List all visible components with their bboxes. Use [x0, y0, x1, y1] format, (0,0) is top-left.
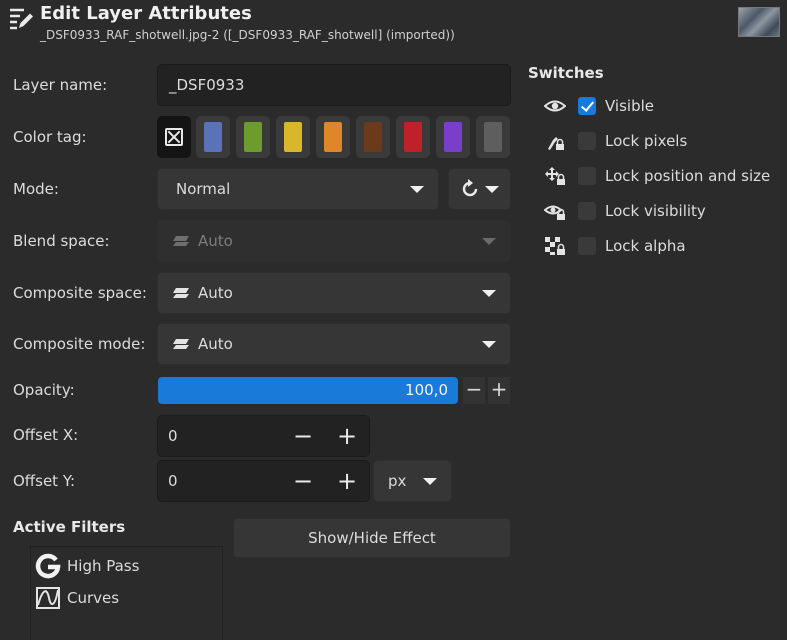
chevron-down-icon	[423, 477, 437, 485]
move-lock-icon	[545, 167, 565, 185]
chevron-down-icon	[482, 340, 496, 348]
composite-mode-label: Composite mode:	[13, 335, 146, 353]
unit-combo[interactable]: px	[373, 460, 452, 502]
mode-combo[interactable]: Normal	[157, 168, 439, 210]
lock-pixels-label: Lock pixels	[605, 132, 688, 150]
visible-label: Visible	[605, 97, 654, 115]
offset-y-value: 0	[168, 472, 178, 490]
composite-mode-value: Auto	[198, 335, 233, 353]
layer-name-input[interactable]: _DSF0933	[157, 64, 511, 106]
offset-y-increase-button[interactable]: +	[335, 469, 359, 493]
switch-lock-visibility[interactable]: Lock visibility	[544, 200, 706, 222]
lock-visibility-label: Lock visibility	[605, 202, 706, 220]
active-filters-list: High Pass Curves	[30, 546, 223, 640]
color-tag-red[interactable]	[396, 116, 430, 158]
offset-y-decrease-button[interactable]: −	[291, 469, 315, 493]
dialog-title: Edit Layer Attributes	[40, 3, 252, 24]
lock-alpha-checkbox[interactable]	[578, 237, 596, 255]
cycle-icon	[462, 179, 478, 197]
visible-checkbox[interactable]	[578, 97, 596, 115]
color-tag-label: Color tag:	[13, 128, 87, 146]
lock-visibility-checkbox[interactable]	[578, 202, 596, 220]
switch-lock-pixels[interactable]: Lock pixels	[544, 130, 687, 152]
layer-name-value: _DSF0933	[169, 76, 245, 94]
switch-lock-alpha[interactable]: Lock alpha	[544, 235, 686, 257]
gegl-icon	[35, 553, 61, 579]
opacity-decrease-button[interactable]: −	[463, 377, 485, 404]
composite-space-label: Composite space:	[13, 284, 147, 302]
no-color-icon	[165, 128, 183, 146]
color-tag-green[interactable]	[236, 116, 270, 158]
opacity-value: 100,0	[405, 381, 448, 399]
filter-item-curves[interactable]: Curves	[31, 582, 222, 614]
checkerboard-lock-icon	[545, 237, 565, 255]
curves-icon	[36, 587, 60, 609]
chevron-down-icon	[410, 185, 424, 193]
eye-lock-icon	[544, 205, 565, 220]
composite-space-value: Auto	[198, 284, 233, 302]
layer-name-label: Layer name:	[13, 76, 108, 94]
offset-y-spinbutton[interactable]: 0 − +	[157, 460, 370, 502]
color-tag-yellow[interactable]	[276, 116, 310, 158]
blend-space-combo[interactable]: Auto	[157, 220, 511, 262]
filter-item-high-pass[interactable]: High Pass	[31, 550, 222, 582]
eye-icon	[544, 100, 566, 112]
lock-pixels-checkbox[interactable]	[578, 132, 596, 150]
mode-value: Normal	[176, 180, 231, 198]
show-hide-effect-button[interactable]: Show/Hide Effect	[233, 518, 511, 558]
filter-label: High Pass	[67, 557, 140, 575]
edit-attributes-icon	[10, 8, 33, 30]
filter-label: Curves	[67, 589, 120, 607]
color-space-icon	[173, 288, 189, 298]
offset-x-spinbutton[interactable]: 0 − +	[157, 415, 370, 457]
lock-alpha-label: Lock alpha	[605, 237, 686, 255]
color-tag-gray[interactable]	[476, 116, 510, 158]
unit-value: px	[388, 472, 407, 490]
opacity-increase-button[interactable]: +	[488, 377, 510, 404]
color-tag-brown[interactable]	[356, 116, 390, 158]
color-tag-none[interactable]	[157, 116, 191, 158]
active-filters-heading: Active Filters	[13, 518, 126, 536]
lock-position-label: Lock position and size	[605, 167, 771, 185]
offset-x-label: Offset X:	[13, 426, 79, 444]
blend-space-value: Auto	[198, 232, 233, 250]
layer-thumbnail	[738, 7, 780, 37]
switch-lock-position[interactable]: Lock position and size	[544, 165, 770, 187]
opacity-slider[interactable]: 100,0	[158, 377, 458, 404]
composite-mode-icon	[173, 339, 189, 349]
color-space-icon	[173, 236, 189, 246]
blend-space-label: Blend space:	[13, 232, 110, 250]
chevron-down-icon	[482, 289, 496, 297]
chevron-down-icon	[485, 185, 499, 193]
lock-position-checkbox[interactable]	[578, 167, 596, 185]
dialog-subtitle: _DSF0933_RAF_shotwell.jpg-2 ([_DSF0933_R…	[40, 28, 455, 42]
color-tag-blue[interactable]	[196, 116, 230, 158]
offset-x-value: 0	[168, 427, 178, 445]
composite-space-combo[interactable]: Auto	[157, 272, 511, 314]
switches-heading: Switches	[528, 64, 604, 82]
composite-mode-combo[interactable]: Auto	[157, 323, 511, 365]
color-tag-violet[interactable]	[436, 116, 470, 158]
chevron-down-icon	[482, 237, 496, 245]
offset-x-decrease-button[interactable]: −	[291, 424, 315, 448]
color-tag-orange[interactable]	[316, 116, 350, 158]
opacity-label: Opacity:	[13, 381, 75, 399]
mode-group-switch-button[interactable]	[448, 168, 511, 210]
mode-label: Mode:	[13, 180, 59, 198]
offset-y-label: Offset Y:	[13, 472, 76, 490]
switch-visible[interactable]: Visible	[544, 95, 654, 117]
offset-x-increase-button[interactable]: +	[335, 424, 359, 448]
brush-lock-icon	[548, 137, 564, 150]
